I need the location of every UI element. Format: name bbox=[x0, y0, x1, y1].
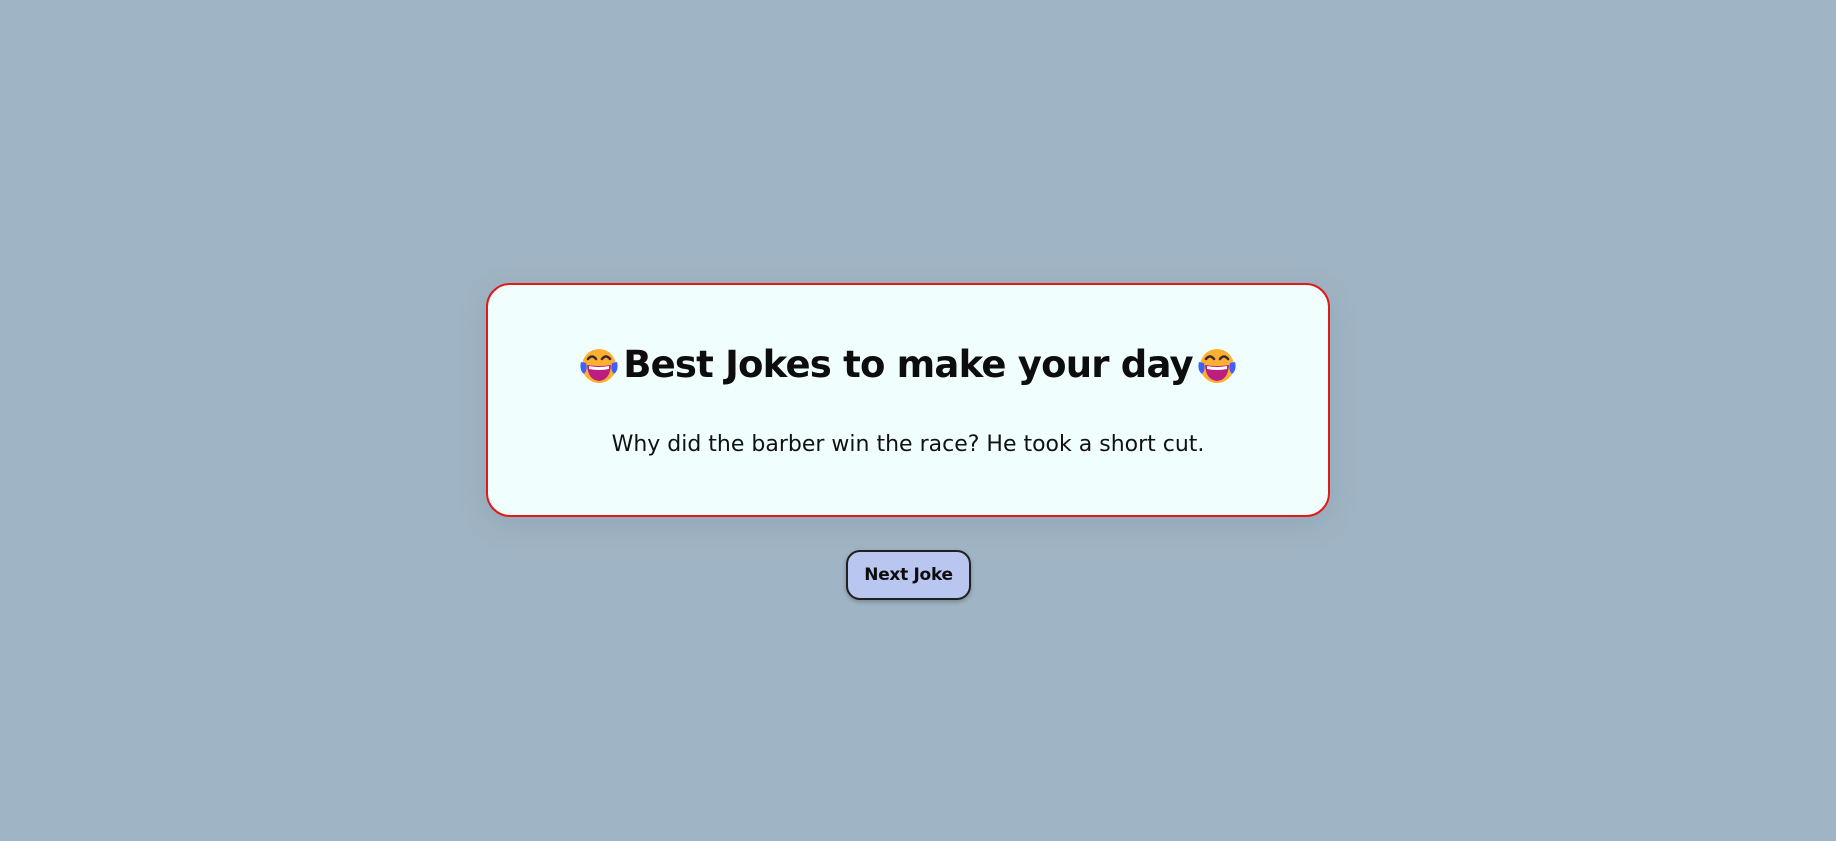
face-with-tears-of-joy-icon bbox=[578, 344, 620, 386]
title-text: Best Jokes to make your day bbox=[623, 342, 1193, 386]
page: Best Jokes to make your day Why did the … bbox=[0, 0, 1836, 841]
joke-card: Best Jokes to make your day Why did the … bbox=[486, 283, 1330, 517]
page-title: Best Jokes to make your day bbox=[488, 341, 1328, 387]
face-with-tears-of-joy-icon bbox=[1196, 344, 1238, 386]
joke-text: Why did the barber win the race? He took… bbox=[611, 432, 1205, 457]
next-joke-button[interactable]: Next Joke bbox=[846, 550, 971, 600]
